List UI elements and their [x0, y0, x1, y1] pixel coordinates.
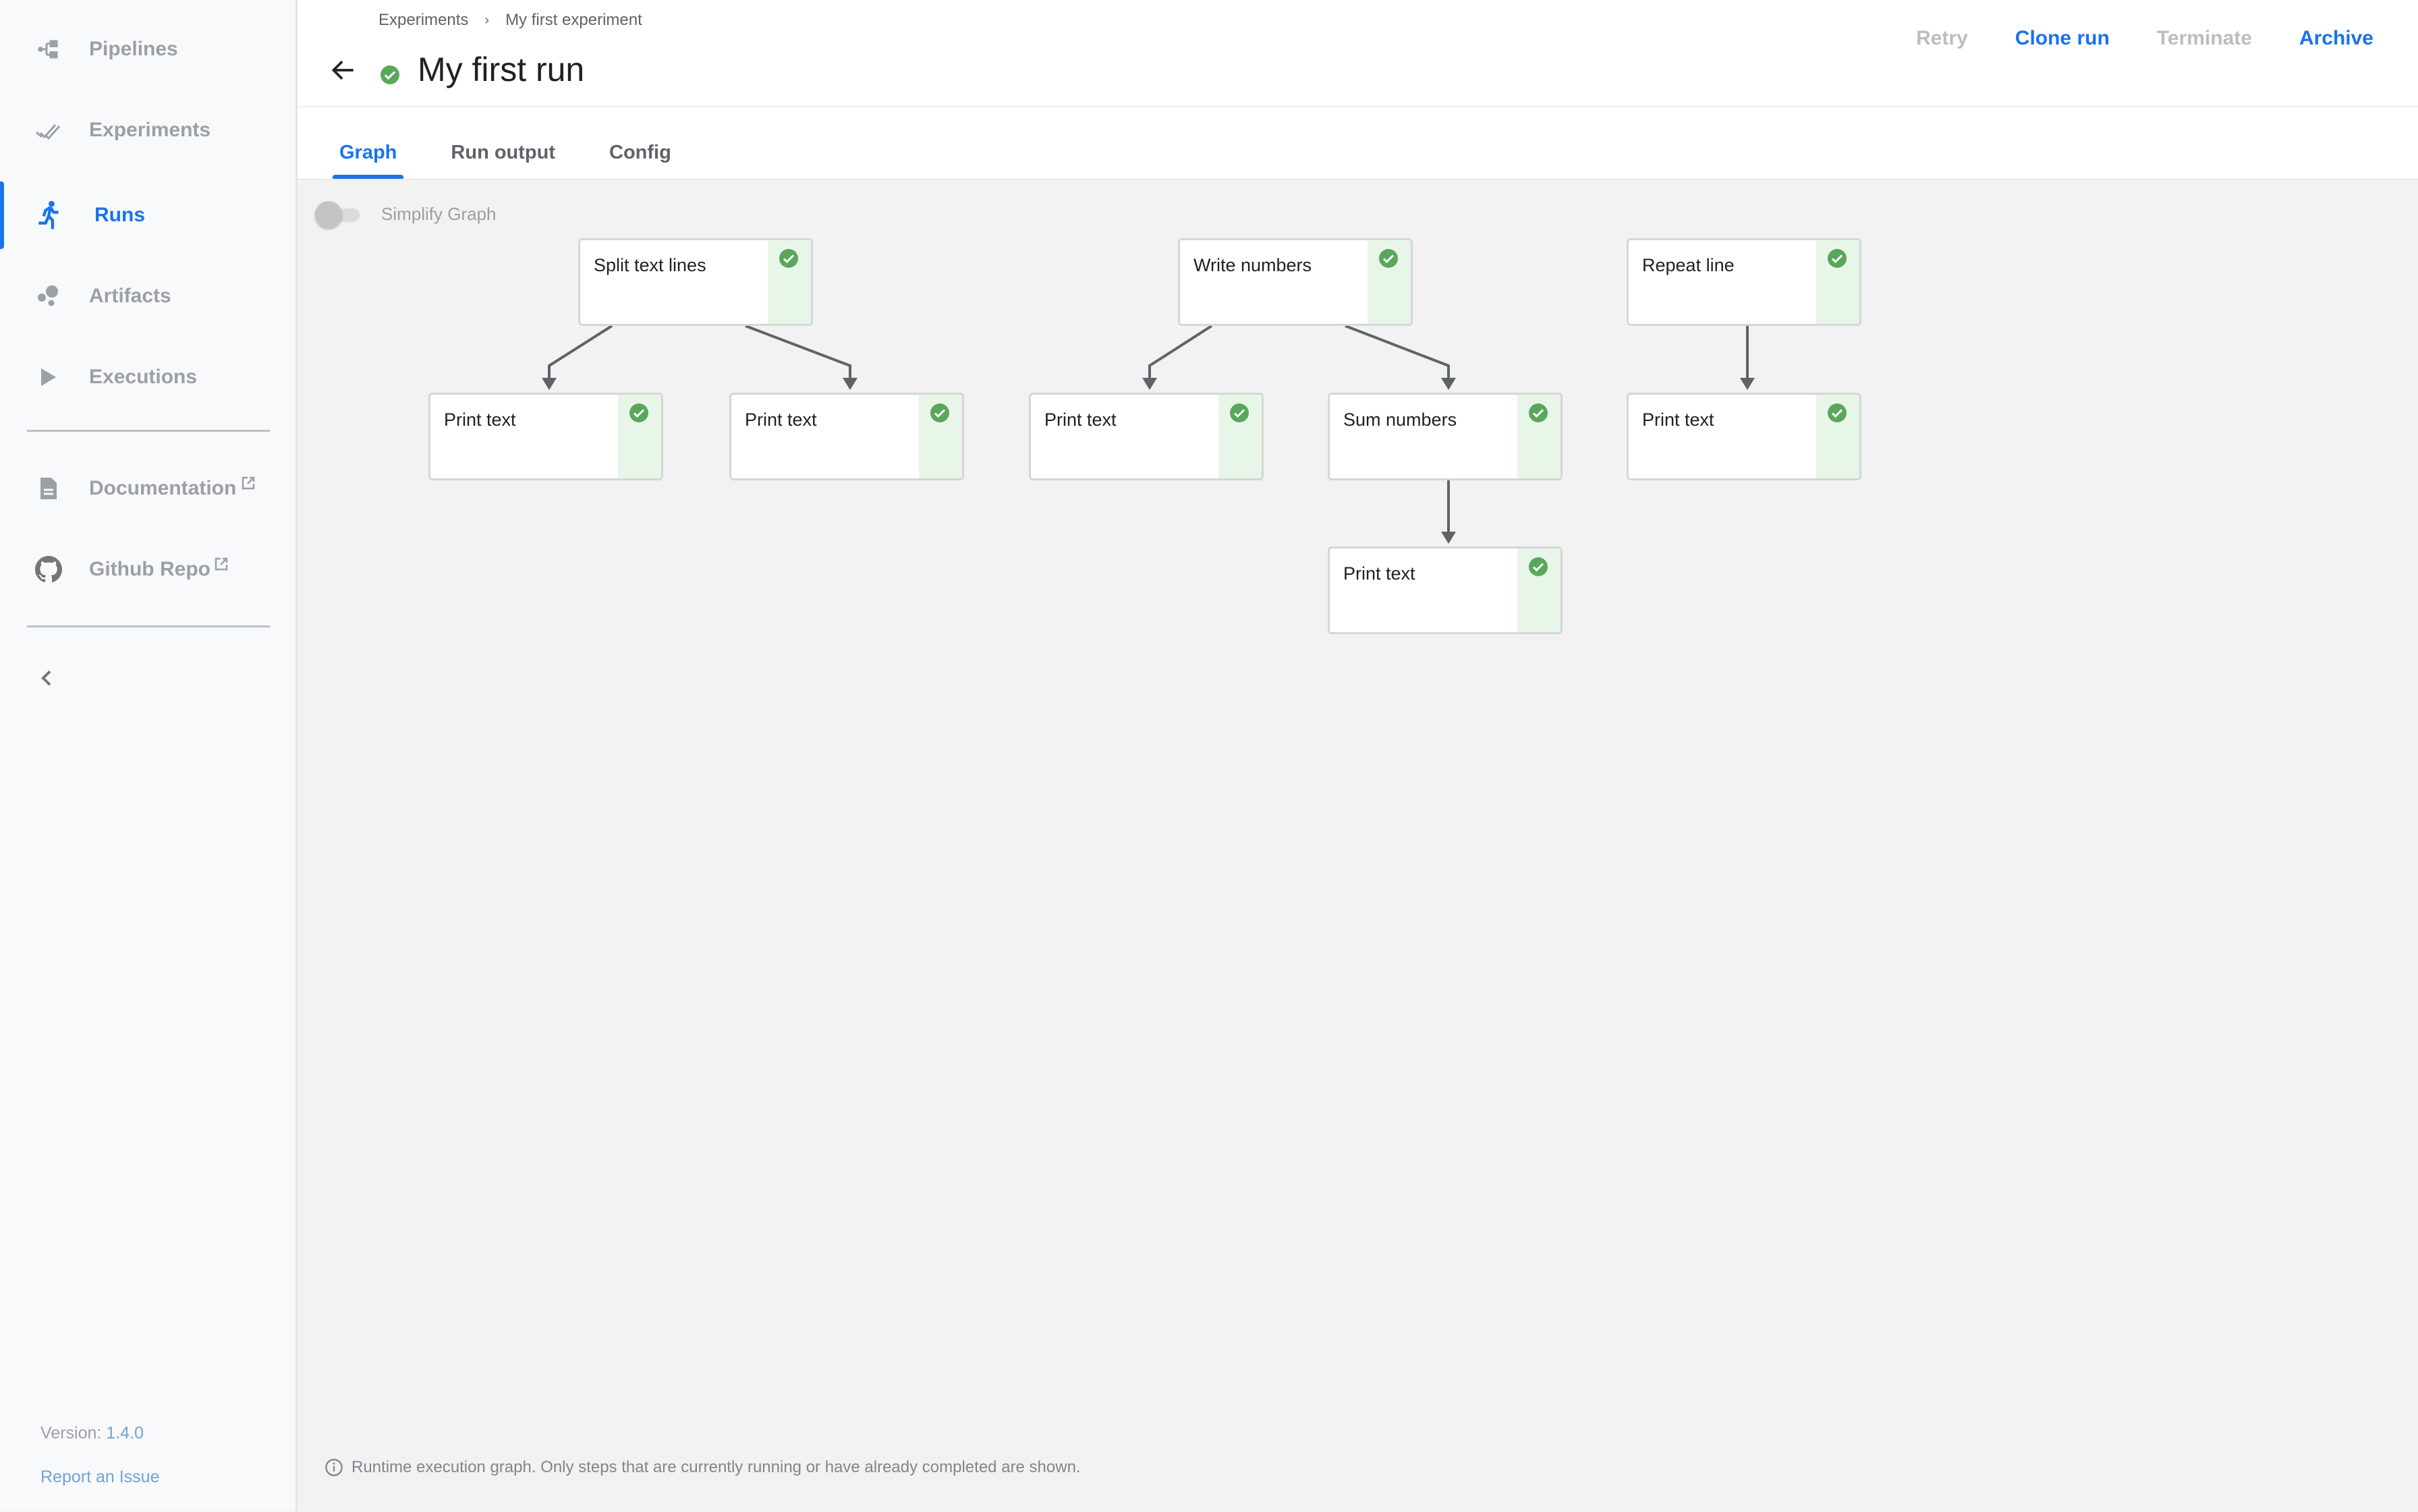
simplify-graph-toggle[interactable]	[315, 201, 360, 228]
sidebar: Pipelines Experiments Runs Artifacts Exe…	[0, 0, 298, 1511]
sidebar-item-artifacts[interactable]: Artifacts	[0, 262, 296, 330]
external-link-icon	[215, 557, 228, 571]
runs-icon	[32, 199, 65, 231]
tab-config[interactable]: Config	[609, 142, 671, 179]
sidebar-divider	[27, 430, 270, 432]
sidebar-link-documentation[interactable]: Documentation	[0, 455, 296, 522]
graph-node[interactable]: Sum numbers	[1328, 393, 1563, 480]
sidebar-item-executions[interactable]: Executions	[0, 343, 296, 411]
arrowhead-icon	[542, 378, 557, 390]
graph-node[interactable]: Split text lines	[578, 238, 813, 326]
success-check-icon	[629, 403, 648, 422]
retry-button[interactable]: Retry	[1916, 27, 1968, 50]
chevron-left-icon	[41, 670, 51, 686]
page-title: My first run	[418, 51, 585, 88]
arrow-back-icon	[331, 60, 354, 80]
archive-button[interactable]: Archive	[2299, 27, 2373, 50]
graph-node[interactable]: Repeat line	[1627, 238, 1861, 326]
active-indicator	[0, 181, 4, 249]
node-label: Write numbers	[1193, 255, 1312, 275]
arrowhead-icon	[843, 378, 857, 390]
simplify-graph-label: Simplify Graph	[381, 204, 497, 224]
breadcrumb-experiments[interactable]: Experiments	[378, 11, 468, 30]
success-check-icon	[779, 249, 798, 268]
toggle-thumb	[315, 201, 342, 228]
sidebar-item-label: Runs	[94, 204, 145, 226]
node-label: Print text	[444, 410, 516, 430]
external-link-icon	[242, 476, 255, 490]
collapse-sidebar-button[interactable]	[34, 665, 61, 692]
pipelines-icon	[32, 33, 65, 65]
success-check-icon	[1230, 403, 1249, 422]
graph-edge	[1148, 325, 1213, 381]
tab-graph[interactable]: Graph	[332, 142, 404, 179]
report-issue-link[interactable]: Report an Issue	[40, 1467, 160, 1487]
success-check-icon	[1828, 403, 1847, 422]
artifacts-icon	[32, 280, 65, 312]
graph-node[interactable]: Print text	[1029, 393, 1264, 480]
success-check-icon	[1529, 403, 1548, 422]
node-label: Print text	[1044, 410, 1117, 430]
graph-edges	[542, 325, 1755, 544]
node-label: Print text	[1343, 563, 1415, 584]
sidebar-link-github[interactable]: Github Repo	[0, 536, 296, 603]
graph-node[interactable]: Print text	[1627, 393, 1861, 480]
graph-node[interactable]: Write numbers	[1178, 238, 1413, 326]
success-check-icon	[1379, 249, 1398, 268]
tab-run-output[interactable]: Run output	[451, 142, 555, 179]
version-label: Version:	[40, 1424, 102, 1443]
success-status-icon	[380, 65, 400, 85]
graph-edge	[745, 325, 851, 381]
sidebar-item-pipelines[interactable]: Pipelines	[0, 16, 296, 83]
version-link[interactable]: 1.4.0	[106, 1424, 144, 1443]
sidebar-item-label: Artifacts	[89, 285, 171, 307]
sidebar-item-experiments[interactable]: Experiments	[0, 96, 296, 164]
main-content: Experiments › My first experiment My fir…	[298, 0, 2418, 1511]
sidebar-item-label: Documentation	[89, 477, 237, 499]
arrowhead-icon	[1142, 378, 1157, 390]
sidebar-divider	[27, 625, 270, 627]
graph-footer: Runtime execution graph. Only steps that…	[325, 1458, 1081, 1477]
page-header: Experiments › My first experiment My fir…	[298, 0, 2418, 179]
graph-footer-note: Runtime execution graph. Only steps that…	[352, 1458, 1081, 1476]
node-label: Repeat line	[1642, 255, 1735, 275]
graph-edge	[1345, 325, 1450, 381]
experiments-icon	[32, 114, 65, 146]
sidebar-item-runs[interactable]: Runs	[0, 181, 296, 249]
success-check-icon	[1828, 249, 1847, 268]
back-button[interactable]	[329, 55, 358, 85]
toolbar: Retry Clone run Terminate Archive	[1916, 27, 2373, 50]
terminate-button[interactable]: Terminate	[2157, 27, 2252, 50]
success-check-icon	[1529, 557, 1548, 576]
clone-run-button[interactable]: Clone run	[2015, 27, 2110, 50]
sidebar-item-label: Executions	[89, 366, 198, 388]
breadcrumb-experiment[interactable]: My first experiment	[505, 11, 642, 30]
document-icon	[32, 472, 65, 505]
header-divider	[298, 106, 2418, 107]
breadcrumb-separator: ›	[484, 12, 490, 28]
version-info: Version: 1.4.0	[40, 1424, 144, 1443]
node-label: Sum numbers	[1343, 410, 1457, 430]
graph-canvas: Simplify Graph Split text lines Write num…	[298, 179, 2418, 1511]
graph-node[interactable]: Print text	[428, 393, 663, 480]
info-icon	[325, 1459, 343, 1476]
graph-node[interactable]: Print text	[729, 393, 964, 480]
executions-icon	[32, 361, 65, 393]
node-label: Print text	[745, 410, 817, 430]
arrowhead-icon	[1441, 378, 1456, 390]
success-check-icon	[930, 403, 949, 422]
arrowhead-icon	[1740, 378, 1755, 390]
sidebar-item-label: Experiments	[89, 119, 211, 141]
node-label: Split text lines	[594, 255, 706, 275]
graph-node[interactable]: Print text	[1328, 547, 1563, 634]
sidebar-item-label: Github Repo	[89, 558, 210, 580]
node-label: Print text	[1642, 410, 1714, 430]
breadcrumb: Experiments › My first experiment	[378, 11, 642, 30]
arrowhead-icon	[1441, 532, 1456, 544]
graph-edge	[548, 325, 613, 381]
github-icon	[32, 553, 65, 586]
sidebar-item-label: Pipelines	[89, 38, 178, 60]
tab-bar: Graph Run output Config	[332, 142, 671, 179]
